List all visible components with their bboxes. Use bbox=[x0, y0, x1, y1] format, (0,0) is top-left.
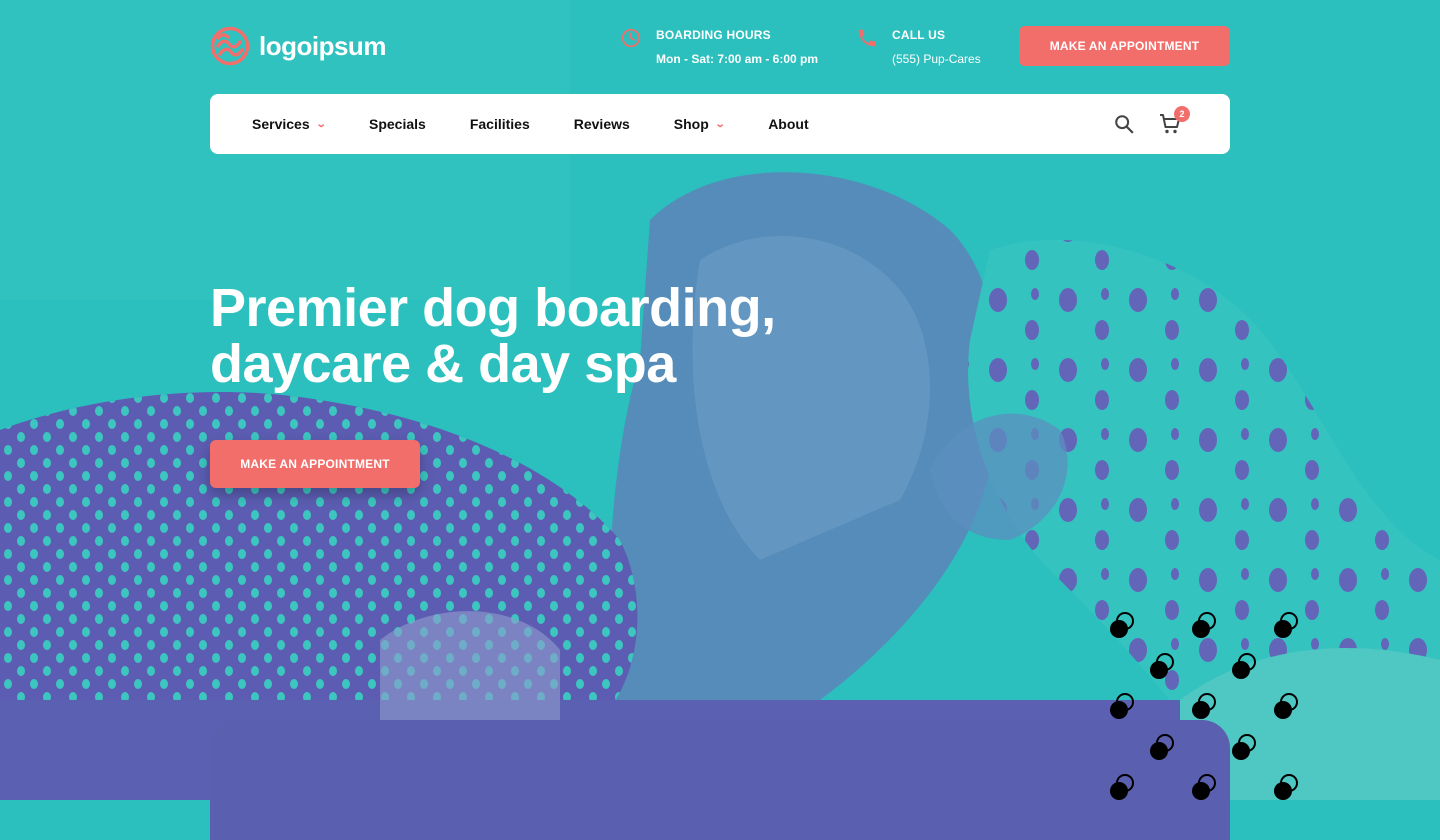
call-us-phone[interactable]: (555) Pup-Cares bbox=[892, 52, 981, 66]
clock-icon bbox=[621, 28, 641, 48]
decorative-dots-pattern bbox=[1109, 612, 1298, 800]
content-panel bbox=[210, 720, 1230, 840]
nav-item-shop[interactable]: Shop ⌄ bbox=[673, 116, 726, 132]
nav-item-reviews[interactable]: Reviews bbox=[574, 116, 630, 132]
call-us[interactable]: CALL US (555) Pup-Cares bbox=[856, 24, 981, 66]
logo-mark-icon bbox=[210, 26, 250, 66]
main-nav: Services ⌄ Specials Facilities Reviews S… bbox=[210, 94, 1230, 154]
phone-icon bbox=[858, 29, 876, 47]
nav-item-facilities[interactable]: Facilities bbox=[470, 116, 530, 132]
top-bar: logoipsum BOARDING HOURS Mon - Sat: 7:00… bbox=[210, 24, 1230, 68]
nav-item-about[interactable]: About bbox=[768, 116, 808, 132]
nav-item-label: Specials bbox=[369, 116, 426, 132]
nav-item-label: Reviews bbox=[573, 116, 630, 132]
nav-item-label: Facilities bbox=[469, 116, 530, 132]
nav-menu: Services ⌄ Specials Facilities Reviews S… bbox=[252, 94, 853, 154]
logo-text: logoipsum bbox=[259, 30, 386, 61]
call-us-title: CALL US bbox=[892, 28, 946, 42]
nav-item-services[interactable]: Services ⌄ bbox=[252, 116, 327, 132]
cart-count-badge: 2 bbox=[1174, 106, 1190, 122]
chevron-down-icon: ⌄ bbox=[714, 118, 726, 130]
boarding-hours-value: Mon - Sat: 7:00 am - 6:00 pm bbox=[656, 52, 819, 66]
search-icon[interactable] bbox=[1113, 113, 1135, 135]
nav-item-label: Services bbox=[252, 116, 310, 132]
hero-title-line-2: daycare & day spa bbox=[210, 334, 676, 394]
make-appointment-header-button[interactable]: MAKE AN APPOINTMENT bbox=[1019, 26, 1230, 66]
boarding-hours-title: BOARDING HOURS bbox=[656, 28, 771, 42]
hero-title-line-1: Premier dog boarding, bbox=[210, 278, 776, 338]
hero-title: Premier dog boarding, daycare & day spa bbox=[210, 280, 910, 392]
boarding-hours: BOARDING HOURS Mon - Sat: 7:00 am - 6:00… bbox=[620, 24, 818, 66]
nav-item-label: About bbox=[768, 116, 809, 132]
logo[interactable]: logoipsum bbox=[210, 26, 386, 66]
chevron-down-icon: ⌄ bbox=[315, 118, 327, 130]
make-appointment-hero-button[interactable]: MAKE AN APPOINTMENT bbox=[210, 440, 420, 488]
nav-item-label: Shop bbox=[673, 116, 709, 132]
nav-item-specials[interactable]: Specials bbox=[369, 116, 426, 132]
